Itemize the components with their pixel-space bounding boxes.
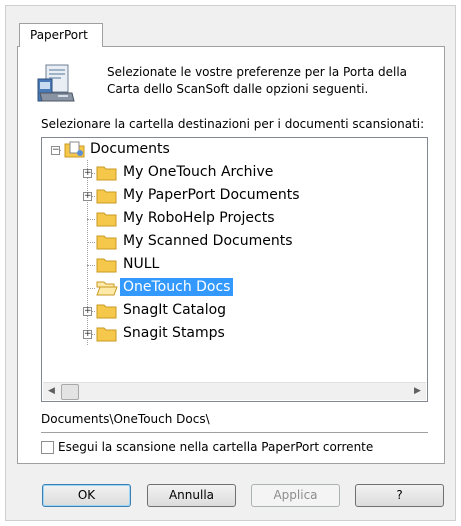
collapse-icon[interactable]: − <box>51 146 60 155</box>
tree-node[interactable]: My Scanned Documents <box>120 232 296 250</box>
ok-button[interactable]: OK <box>42 484 131 507</box>
documents-folder-icon <box>64 141 85 158</box>
tree-node-selected[interactable]: OneTouch Docs <box>120 278 234 296</box>
scroll-left-icon[interactable]: ◀ <box>43 383 60 400</box>
tab-paperport[interactable]: PaperPort <box>19 23 103 47</box>
folder-icon <box>96 166 117 181</box>
scrollbar-thumb[interactable] <box>61 384 79 400</box>
folder-icon <box>96 189 117 204</box>
expand-icon[interactable]: + <box>83 330 92 339</box>
tree-node[interactable]: My OneTouch Archive <box>120 163 276 181</box>
help-button[interactable]: ? <box>355 484 444 507</box>
paperport-scanner-icon <box>37 64 75 102</box>
open-folder-icon <box>96 281 118 296</box>
divider <box>41 432 428 433</box>
cancel-button[interactable]: Annulla <box>147 484 236 507</box>
tree-node[interactable]: SnagIt Catalog <box>120 301 229 319</box>
folder-icon <box>96 212 117 227</box>
tree-node-documents[interactable]: Documents <box>87 140 173 158</box>
expand-icon[interactable]: + <box>83 307 92 316</box>
tab-label: PaperPort <box>30 28 88 42</box>
scroll-right-icon[interactable]: ▶ <box>409 383 426 400</box>
tree-connector <box>87 265 95 266</box>
tree-node[interactable]: My PaperPort Documents <box>120 186 303 204</box>
tree-node[interactable]: Snagit Stamps <box>120 324 228 342</box>
tree-connector <box>87 242 95 243</box>
tree-node[interactable]: My RoboHelp Projects <box>120 209 278 227</box>
folder-icon <box>96 304 117 319</box>
folder-icon <box>96 327 117 342</box>
current-folder-checkbox-label[interactable]: Esegui la scansione nella cartella Paper… <box>58 440 373 454</box>
expand-icon[interactable]: + <box>83 169 92 178</box>
current-folder-option[interactable]: Esegui la scansione nella cartella Paper… <box>41 440 373 454</box>
selected-path: Documents\OneTouch Docs\ <box>41 412 210 426</box>
folder-tree[interactable]: − Documents + My OneTouch Archive + My P… <box>41 137 428 402</box>
tree-connector <box>87 160 88 345</box>
destination-folder-label: Selezionare la cartella destinazioni per… <box>41 117 425 131</box>
description-text: Selezionate le vostre preferenze per la … <box>107 65 408 96</box>
tree-node[interactable]: NULL <box>120 255 162 273</box>
folder-icon <box>96 258 117 273</box>
tree-connector <box>87 288 95 289</box>
current-folder-checkbox[interactable] <box>41 440 54 454</box>
folder-icon <box>96 235 117 250</box>
apply-button[interactable]: Applica <box>251 484 340 507</box>
tree-connector <box>87 219 95 220</box>
horizontal-scrollbar[interactable]: ◀ ▶ <box>43 382 426 400</box>
expand-icon[interactable]: + <box>83 192 92 201</box>
